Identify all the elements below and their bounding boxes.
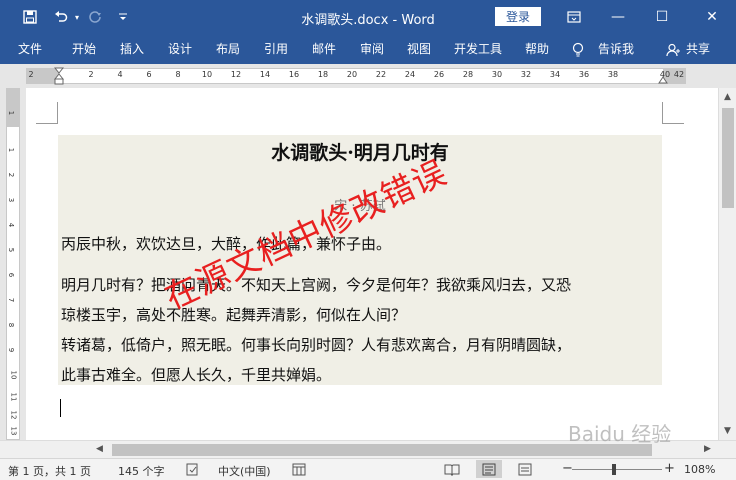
ruler-number: 6: [146, 70, 152, 79]
ruler-number: 20: [346, 70, 358, 79]
ruler-number: 2: [28, 70, 34, 79]
tab-references[interactable]: 引用: [264, 34, 288, 64]
ruler-number: 12: [9, 410, 18, 420]
site-watermark: Baidu 经验: [568, 422, 672, 446]
ruler-number: 10: [201, 70, 213, 79]
tab-review[interactable]: 审阅: [360, 34, 384, 64]
zoom-in-button[interactable]: +: [664, 461, 675, 476]
ribbon-display-icon[interactable]: [552, 0, 596, 34]
tab-developer[interactable]: 开发工具: [454, 34, 502, 64]
crop-mark: [662, 102, 684, 124]
zoom-slider[interactable]: [572, 469, 662, 470]
ruler-number: 8: [7, 322, 16, 328]
tab-help[interactable]: 帮助: [525, 34, 549, 64]
tab-mailings[interactable]: 邮件: [312, 34, 336, 64]
ruler-number: 18: [317, 70, 329, 79]
ruler-number: 34: [549, 70, 561, 79]
share-button[interactable]: 共享: [686, 34, 710, 64]
ruler-number: 2: [7, 172, 16, 178]
text-line[interactable]: 琼楼玉宇，高处不胜寒。起舞弄清影，何似在人间？: [61, 304, 406, 325]
indent-marker-icon[interactable]: [54, 67, 64, 85]
maximize-button[interactable]: ☐: [640, 0, 684, 34]
tab-view[interactable]: 视图: [407, 34, 431, 64]
tab-home[interactable]: 开始: [72, 34, 96, 64]
ruler-number: 12: [230, 70, 242, 79]
scroll-right-icon[interactable]: ▶: [704, 444, 711, 454]
macro-record-icon[interactable]: [292, 463, 306, 479]
tab-insert[interactable]: 插入: [120, 34, 144, 64]
ruler-number: 26: [433, 70, 445, 79]
vertical-scrollbar[interactable]: ▲ ▼: [718, 88, 736, 440]
ruler-number: 38: [607, 70, 619, 79]
ruler-number: 3: [7, 197, 16, 203]
ruler-number: 6: [7, 272, 16, 278]
tab-layout[interactable]: 布局: [216, 34, 240, 64]
status-bar: 第 1 页，共 1 页 145 个字 中文(中国) − + 108%: [0, 458, 736, 480]
language-indicator[interactable]: 中文(中国): [218, 463, 271, 479]
ruler-number: 8: [175, 70, 181, 79]
text-line[interactable]: 明月几时有？把酒问青天。不知天上宫阙，今夕是何年？我欲乘风归去，又恐: [61, 274, 571, 295]
proofing-icon[interactable]: [186, 463, 200, 479]
print-layout-icon[interactable]: [476, 460, 502, 478]
ruler-number: 30: [491, 70, 503, 79]
ruler-number: 9: [7, 347, 16, 353]
ruler-number: 4: [7, 222, 16, 228]
ruler-number: 32: [520, 70, 532, 79]
top-margin: [7, 89, 19, 127]
close-button[interactable]: ✕: [690, 0, 734, 34]
ruler-number: 5: [7, 247, 16, 253]
document-page[interactable]: 水调歌头·明月几时有 宋 · 苏轼 丙辰中秋，欢饮达旦，大醉，作此篇，兼怀子由。…: [26, 88, 718, 440]
tell-me-box[interactable]: 告诉我: [598, 34, 634, 64]
ruler-number: 42: [673, 70, 685, 79]
ruler-number: 16: [288, 70, 300, 79]
word-count[interactable]: 145 个字: [118, 463, 165, 479]
ruler-number: 36: [578, 70, 590, 79]
ruler-number: 22: [375, 70, 387, 79]
horizontal-ruler[interactable]: 2 2 4 6 8 10 12 14 16 18 20 22 24 26 28 …: [26, 67, 686, 85]
zoom-slider-thumb[interactable]: [612, 464, 616, 475]
ribbon-tabs: 文件 开始 插入 设计 布局 引用 邮件 审阅 视图 开发工具 帮助 告诉我 共…: [0, 34, 736, 64]
ruler-number: 14: [259, 70, 271, 79]
vertical-scroll-thumb[interactable]: [722, 108, 734, 208]
tab-design[interactable]: 设计: [168, 34, 192, 64]
title-bar: ▾ 水调歌头.docx - Word 登录 — ☐ ✕: [0, 0, 736, 34]
text-line[interactable]: 转诸葛，低倚户，照无眠。何事长向别时圆？人有悲欢离合，月有阴晴圆缺，: [61, 334, 571, 355]
ruler-number: 4: [117, 70, 123, 79]
scroll-left-icon[interactable]: ◀: [96, 444, 103, 454]
scroll-down-icon[interactable]: ▼: [724, 426, 731, 436]
page-count[interactable]: 第 1 页，共 1 页: [8, 463, 91, 479]
ruler-number: 7: [7, 297, 16, 303]
scroll-up-icon[interactable]: ▲: [724, 92, 731, 102]
lightbulb-icon[interactable]: [572, 34, 584, 64]
ruler-number: 11: [9, 392, 18, 402]
ruler-number: 13: [9, 426, 18, 436]
login-button[interactable]: 登录: [495, 7, 541, 26]
tab-file[interactable]: 文件: [18, 34, 42, 64]
ruler-number: 28: [462, 70, 474, 79]
text-cursor: [60, 399, 61, 417]
read-mode-icon[interactable]: [444, 463, 460, 479]
text-line[interactable]: 此事古难全。但愿人长久，千里共婵娟。: [61, 364, 331, 385]
document-title[interactable]: 水调歌头·明月几时有: [58, 138, 662, 165]
zoom-level[interactable]: 108%: [684, 463, 715, 476]
ruler-number: 2: [88, 70, 94, 79]
ruler-number: 24: [404, 70, 416, 79]
ruler-number: 10: [9, 370, 18, 380]
person-icon: [666, 34, 680, 64]
crop-mark: [36, 102, 58, 124]
ruler-number: 1: [7, 147, 16, 153]
right-indent-marker-icon[interactable]: [658, 76, 668, 84]
web-layout-icon[interactable]: [518, 463, 532, 479]
minimize-button[interactable]: —: [596, 0, 640, 34]
ruler-number: 1: [7, 110, 16, 116]
vertical-ruler[interactable]: 1 1 2 3 4 5 6 7 8 9 10 11 12 13: [6, 88, 20, 440]
